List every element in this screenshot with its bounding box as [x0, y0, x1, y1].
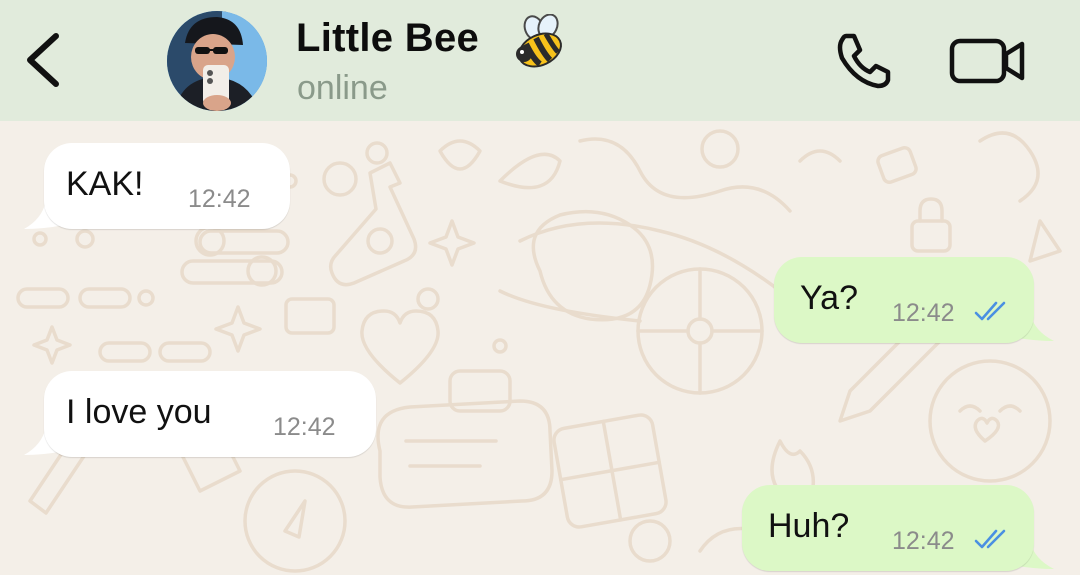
bee-emoji-icon — [512, 13, 568, 70]
message-timestamp: 12:42 — [273, 413, 336, 441]
avatar[interactable] — [167, 11, 267, 111]
message-text: Huh? — [768, 507, 850, 545]
contact-name[interactable]: Little Bee — [296, 16, 479, 61]
voice-call-button[interactable] — [832, 30, 894, 92]
presence-status: online — [297, 69, 388, 107]
video-call-button[interactable] — [948, 36, 1028, 86]
back-button[interactable] — [18, 28, 68, 92]
chat-header: Little Bee online — [0, 0, 1080, 121]
read-receipt-icon — [974, 301, 1006, 321]
message-timestamp: 12:42 — [188, 185, 251, 213]
message-timestamp: 12:42 — [892, 299, 955, 327]
message-text: I love you — [66, 393, 212, 431]
outgoing-message-bubble[interactable]: Ya? 12:42 — [774, 257, 1034, 343]
message-list[interactable]: KAK! 12:42 Ya? 12:42 I love you 12:42 Hu… — [0, 121, 1080, 575]
profile-photo — [167, 11, 267, 111]
video-camera-icon — [949, 38, 1025, 84]
message-timestamp: 12:42 — [892, 527, 955, 555]
phone-icon — [837, 33, 891, 89]
incoming-message-bubble[interactable]: KAK! 12:42 — [44, 143, 290, 229]
message-text: KAK! — [66, 165, 144, 203]
message-text: Ya? — [800, 279, 858, 317]
incoming-message-bubble[interactable]: I love you 12:42 — [44, 371, 376, 457]
chevron-left-icon — [27, 33, 59, 87]
outgoing-message-bubble[interactable]: Huh? 12:42 — [742, 485, 1034, 571]
read-receipt-icon — [974, 529, 1006, 549]
